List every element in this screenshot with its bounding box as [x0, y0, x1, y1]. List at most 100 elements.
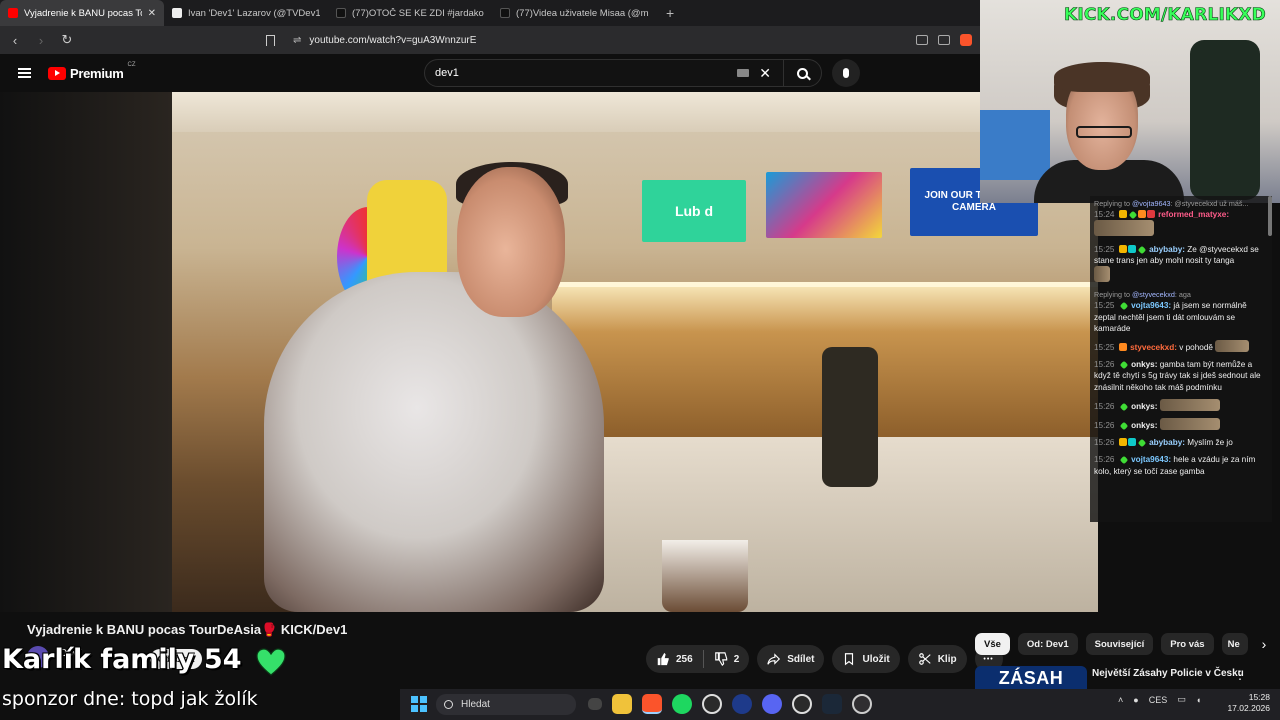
spotify-icon[interactable] [672, 694, 692, 714]
steam-icon[interactable] [822, 694, 842, 714]
badge-icon [1118, 244, 1127, 253]
tab-x[interactable]: Ivan 'Dev1' Lazarov (@TVDev1) / X [164, 0, 328, 26]
chat-username[interactable]: vojta9643: [1131, 301, 1171, 310]
volume-icon[interactable]: ◖ [1196, 695, 1201, 705]
chat-message: Replying to @vojta9643: @styvecekxd už m… [1094, 198, 1269, 238]
reply-line: Replying to @vojta9643: @styvecekxd už m… [1094, 199, 1249, 208]
chip-all[interactable]: Vše [975, 633, 1010, 655]
share-icon[interactable] [938, 35, 950, 45]
windows-start-icon[interactable] [411, 696, 427, 712]
chat-timestamp: 15:26 [1094, 360, 1115, 370]
file-explorer-icon[interactable] [612, 694, 632, 714]
chat-timestamp: 15:26 [1094, 438, 1115, 448]
badge-icon [1128, 210, 1138, 220]
clear-icon[interactable]: ✕ [759, 65, 771, 82]
chat-username[interactable]: onkys: [1131, 421, 1157, 430]
thumbs-down-icon [714, 652, 727, 666]
badge-icon [1127, 438, 1136, 447]
recommendation-title[interactable]: Největší Zásahy Policie v Česku [1092, 668, 1244, 679]
scene-cup [662, 540, 748, 612]
x-favicon-icon [172, 8, 182, 18]
bookmark-icon[interactable] [266, 34, 275, 46]
chat-message: 15:26 onkys: [1094, 418, 1269, 431]
youtube-logo[interactable]: Premium CZ [48, 62, 136, 81]
bookmark-icon [845, 653, 854, 666]
tab-tiktok-2[interactable]: (77)Videa uživatele Misaa (@m.misaa [492, 0, 656, 26]
app-icon[interactable] [732, 694, 752, 714]
clip-button[interactable]: Klip [907, 645, 967, 673]
close-tab-icon[interactable]: ✕ [148, 8, 156, 19]
forward-icon[interactable]: › [34, 33, 48, 48]
chat-timestamp: 15:26 [1094, 401, 1115, 411]
keyboard-icon[interactable] [737, 69, 750, 77]
recommendation-menu-icon[interactable]: ⋮ [1234, 668, 1246, 682]
chat-username[interactable]: abybaby: [1149, 245, 1185, 254]
scene-person-head [457, 167, 565, 317]
chat-scrollbar[interactable] [1268, 196, 1272, 236]
taskbar-clock[interactable]: 15:28 17.02.2026 [1224, 692, 1270, 714]
share-button[interactable]: Sdílet [757, 645, 825, 673]
cam-glasses [1076, 126, 1132, 138]
like-button[interactable]: 256 [646, 652, 703, 666]
taskbar-search[interactable]: Hledat [436, 694, 576, 715]
chat-username[interactable]: reformed_matyxe: [1158, 210, 1229, 219]
reload-icon[interactable]: ↻ [60, 32, 74, 48]
save-button[interactable]: Uložit [832, 645, 900, 673]
tab-tiktok-1[interactable]: (77)OTOČ SE KE ZDI #jardakotlar #ko [328, 0, 492, 26]
microphone-icon[interactable]: ● [1133, 695, 1138, 705]
video-player[interactable]: Lub d JOIN OUR TRIBE ON CAMERA [0, 92, 1098, 612]
brave-icon[interactable] [642, 694, 662, 714]
emote-icon [1094, 266, 1110, 283]
youtube-favicon-icon [8, 8, 18, 18]
chip-from-dev1[interactable]: Od: Dev1 [1017, 633, 1078, 655]
chat-username[interactable]: abybaby: [1149, 438, 1185, 447]
tab-youtube[interactable]: Vyjadrenie k BANU pocas TourDe ✕ [0, 0, 164, 26]
chat-timestamp: 15:25 [1094, 343, 1115, 353]
chat-username[interactable]: onkys: [1131, 360, 1157, 369]
language-indicator[interactable]: CES [1149, 695, 1168, 705]
chat-username[interactable]: vojta9643: [1131, 455, 1171, 464]
kick-url-overlay: KICK.COM/KARLIKXD [1063, 5, 1266, 26]
dislike-button[interactable]: 2 [704, 652, 750, 666]
chat-message: 15:26 abybaby: Myslím že jo [1094, 437, 1269, 448]
chip-for-you[interactable]: Pro vás [1161, 633, 1214, 655]
stream-name-overlay: Karlík family 54 [2, 644, 242, 675]
share-icon [767, 653, 781, 665]
chat-message: 15:25 abybaby: Ze @styvecekxd se stane t… [1094, 244, 1269, 284]
video-frame: Lub d JOIN OUR TRIBE ON CAMERA [172, 92, 1098, 612]
chat-message: 15:26 vojta9643: hele a vzádu je za ním … [1094, 454, 1269, 476]
chip-related[interactable]: Související [1085, 633, 1154, 655]
back-icon[interactable]: ‹ [8, 33, 22, 48]
clock-time: 15:28 [1248, 692, 1270, 702]
menu-icon[interactable] [18, 68, 31, 78]
obs-icon[interactable] [852, 694, 872, 714]
chip-more[interactable]: Ne [1221, 633, 1248, 655]
new-tab-button[interactable]: + [656, 5, 684, 21]
recommendation-thumbnail[interactable]: ZÁSAH [975, 666, 1087, 690]
cast-icon[interactable] [916, 35, 928, 45]
chat-message: 15:26 onkys: gamba tam být nemůže a když… [1094, 359, 1269, 393]
chat-timestamp: 15:24 [1094, 210, 1115, 220]
search-button[interactable] [783, 60, 821, 86]
chat-timestamp: 15:26 [1094, 455, 1115, 465]
sponsor-overlay: sponzor dne: topd jak žolík [2, 688, 258, 710]
voice-search-button[interactable] [832, 59, 860, 87]
chevron-right-icon[interactable]: › [1262, 636, 1267, 652]
address-bar: ‹ › ↻ ⇌ youtube.com/watch?v=guA3WnnzurE [0, 26, 980, 54]
chat-username[interactable]: onkys: [1131, 402, 1157, 411]
site-settings-icon[interactable]: ⇌ [293, 35, 301, 46]
network-icon[interactable]: ▭ [1177, 694, 1186, 705]
task-view-icon[interactable] [588, 698, 602, 710]
save-label: Uložit [862, 653, 890, 665]
url-field[interactable]: ⇌ youtube.com/watch?v=guA3WnnzurE [266, 30, 896, 50]
badge-icon [1146, 210, 1155, 219]
taskbar-apps [588, 694, 872, 714]
app-icon[interactable] [702, 694, 722, 714]
chat-username[interactable]: styvecekxd: [1130, 343, 1177, 352]
brave-shields-icon[interactable] [960, 34, 972, 46]
search-input[interactable] [435, 67, 738, 79]
app-icon[interactable] [792, 694, 812, 714]
tray-chevron-icon[interactable]: ˄ [1118, 695, 1123, 705]
taskbar-search-label: Hledat [461, 699, 490, 710]
discord-icon[interactable] [762, 694, 782, 714]
